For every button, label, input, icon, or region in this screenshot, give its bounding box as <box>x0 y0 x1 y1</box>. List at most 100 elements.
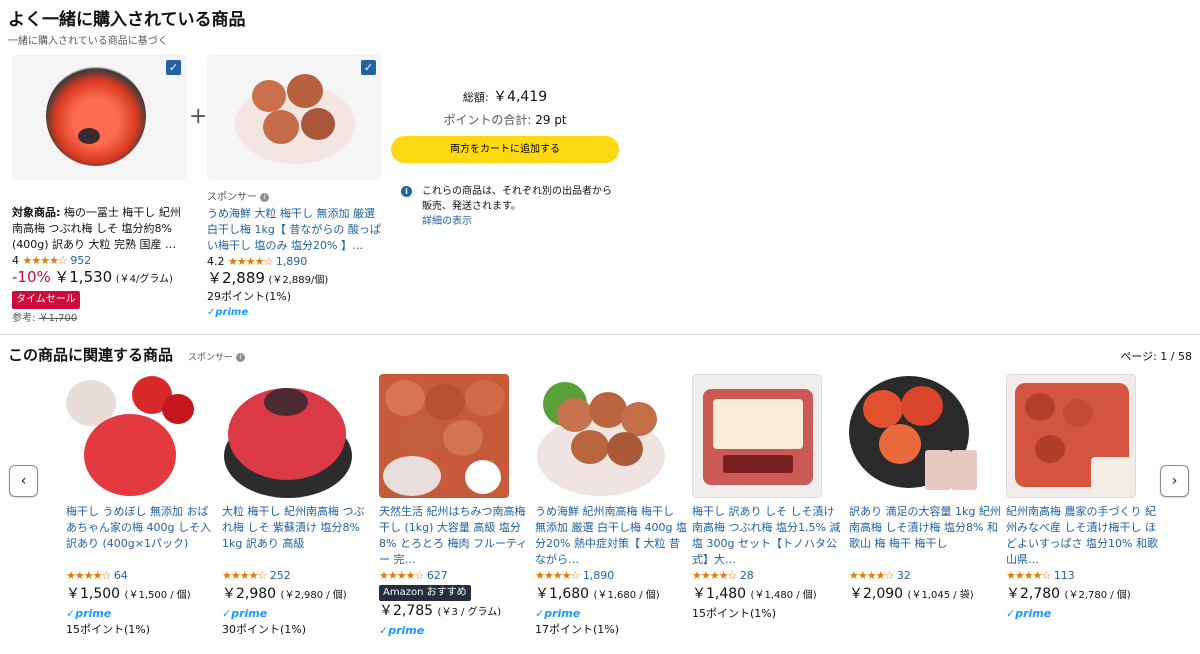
star-icon[interactable]: ★★★★☆ <box>692 569 737 582</box>
unit-price: (￥3 / グラム) <box>437 607 502 618</box>
sponsor-text: スポンサー <box>188 353 234 363</box>
product-image[interactable] <box>66 374 196 498</box>
related-card[interactable]: 梅干し 訳あり しそ しそ漬け 南高梅 つぶれ梅 塩分1.5% 減塩 300g … <box>692 374 844 622</box>
review-count[interactable]: 627 <box>427 569 448 582</box>
prime-icon: ✓prime <box>207 307 249 318</box>
points-total: 29 pt <box>535 113 567 127</box>
fbt-title: よく一緒に購入されている商品 <box>8 10 246 30</box>
rating-value: 4 <box>12 254 19 267</box>
price: ￥1,680 <box>535 586 590 602</box>
prime-icon: ✓prime <box>379 624 425 637</box>
related-title: この商品に関連する商品 <box>8 346 174 364</box>
related-card[interactable]: 天然生活 紀州はちみつ南高梅干し (1kg) 大容量 高級 塩分8% とろとろ … <box>379 374 531 639</box>
amazon-recommend-badge: Amazon おすすめ <box>379 585 471 601</box>
unit-price: (￥1,680 / 個) <box>593 590 660 601</box>
points: 17ポイント(1%) <box>535 623 620 636</box>
total-price: ￥4,419 <box>493 89 548 105</box>
points: 15ポイント(1%) <box>692 607 777 620</box>
product-image[interactable] <box>222 374 352 498</box>
review-count[interactable]: 64 <box>114 569 128 582</box>
unit-price: (￥4/グラム) <box>115 274 173 285</box>
price: ￥1,480 <box>692 586 747 602</box>
rating-row: 4.2 ★★★★☆ 1,890 <box>207 254 382 270</box>
product-title[interactable]: 梅干し うめぼし 無添加 おばあちゃん家の梅 400g しそ入 訳あり (400… <box>66 504 218 568</box>
product-title[interactable]: 訳あり 満足の大容量 1kg 紀州南高梅 しそ漬け梅 塩分8% 和歌山 梅 梅干… <box>849 504 1001 568</box>
star-icon[interactable]: ★★★★☆ <box>849 569 894 582</box>
star-icon[interactable]: ★★★★☆ <box>222 569 267 582</box>
product-image[interactable] <box>535 374 665 498</box>
product-title[interactable]: うめ海鮮 紀州南高梅 梅干し 無添加 厳選 白干し梅 400g 塩分20% 熱中… <box>535 504 687 568</box>
unit-price: (￥2,889/個) <box>268 275 329 286</box>
review-count[interactable]: 952 <box>70 254 91 267</box>
product-title[interactable]: 梅干し 訳あり しそ しそ漬け 南高梅 つぶれ梅 塩分1.5% 減塩 300g … <box>692 504 844 568</box>
prime-icon: ✓prime <box>66 607 112 620</box>
prime-icon: ✓prime <box>1006 607 1052 620</box>
fbt-product-title-2[interactable]: うめ海鮮 大粒 梅干し 無添加 厳選 白干し梅 1kg【 昔ながらの 酸っぱい梅… <box>207 206 382 254</box>
rating-value: 4.2 <box>207 255 225 268</box>
info-icon[interactable]: i <box>235 353 245 362</box>
total-row: 総額: ￥4,419 <box>391 86 619 109</box>
unit-price: (￥2,780 / 個) <box>1064 590 1131 601</box>
star-icon[interactable]: ★★★★☆ <box>66 569 111 582</box>
page-count: ページ: 1 / 58 <box>1120 350 1192 363</box>
points: 30ポイント(1%) <box>222 623 307 636</box>
review-count[interactable]: 252 <box>270 569 291 582</box>
total-label: 総額: <box>462 91 489 104</box>
review-count[interactable]: 1,890 <box>583 569 615 582</box>
fbt-product-info-1: 対象商品: 梅の一冨士 梅干し 紀州南高梅 つぶれ梅 しそ 塩分約8% (400… <box>12 205 187 327</box>
section-divider <box>0 334 1200 335</box>
product-title[interactable]: 天然生活 紀州はちみつ南高梅干し (1kg) 大容量 高級 塩分8% とろとろ … <box>379 504 531 568</box>
carousel-next-button[interactable]: › <box>1160 465 1189 497</box>
price: ￥2,889 <box>207 269 265 287</box>
reference-price-value: ￥1,700 <box>38 313 78 324</box>
details-link[interactable]: 詳細の表示 <box>401 214 621 229</box>
related-card[interactable]: 大粒 梅干し 紀州南高梅 つぶれ梅 しそ 紫蘇漬け 塩分8% 1kg 訳あり 高… <box>222 374 374 638</box>
product-image[interactable] <box>692 374 822 498</box>
fbt-checkbox-1[interactable]: ✓ <box>166 60 181 75</box>
unit-price: (￥2,980 / 個) <box>280 590 347 601</box>
target-label: 対象商品: <box>12 206 61 219</box>
prime-icon: ✓prime <box>222 607 268 620</box>
fbt-product-info-2: スポンサー i うめ海鮮 大粒 梅干し 無添加 厳選 白干し梅 1kg【 昔なが… <box>207 190 382 321</box>
review-count[interactable]: 32 <box>897 569 911 582</box>
price: ￥2,780 <box>1006 586 1061 602</box>
price-row: -10% ￥1,530 (￥4/グラム) <box>12 269 187 288</box>
fbt-subtitle: 一緒に購入されている商品に基づく <box>8 36 168 47</box>
star-icon[interactable]: ★★★★☆ <box>1006 569 1051 582</box>
review-count[interactable]: 113 <box>1054 569 1075 582</box>
product-title[interactable]: 大粒 梅干し 紀州南高梅 つぶれ梅 しそ 紫蘇漬け 塩分8% 1kg 訳あり 高… <box>222 504 374 568</box>
related-card[interactable]: 梅干し うめぼし 無添加 おばあちゃん家の梅 400g しそ入 訳あり (400… <box>66 374 218 638</box>
product-image[interactable] <box>1006 374 1136 498</box>
review-count[interactable]: 28 <box>740 569 754 582</box>
fbt-product-image-1[interactable]: ✓ <box>12 54 187 180</box>
fbt-product-image-2[interactable]: ✓ <box>207 54 382 180</box>
info-icon[interactable]: i <box>260 193 270 202</box>
related-card[interactable]: うめ海鮮 紀州南高梅 梅干し 無添加 厳選 白干し梅 400g 塩分20% 熱中… <box>535 374 687 638</box>
product-image[interactable] <box>849 374 979 498</box>
star-icon[interactable]: ★★★★☆ <box>228 255 273 268</box>
related-card[interactable]: 紀州南高梅 農家の手づくり 紀州みなべ産 しそ漬け梅干し ほどよいすっぱさ 塩分… <box>1006 374 1158 622</box>
star-icon[interactable]: ★★★★☆ <box>23 254 68 267</box>
info-icon: i <box>401 186 412 197</box>
fbt-summary: 総額: ￥4,419 ポイントの合計: 29 pt 両方をカートに追加する <box>391 86 619 163</box>
price: ￥1,500 <box>66 586 121 602</box>
product-image[interactable] <box>379 374 509 498</box>
points-row: ポイントの合計: 29 pt <box>391 109 619 131</box>
fbt-checkbox-2[interactable]: ✓ <box>361 60 376 75</box>
reference-label: 参考: <box>12 313 36 324</box>
star-icon[interactable]: ★★★★☆ <box>535 569 580 582</box>
points: 15ポイント(1%) <box>66 623 151 636</box>
sponsor-label: スポンサー i <box>188 350 245 363</box>
related-card[interactable]: 訳あり 満足の大容量 1kg 紀州南高梅 しそ漬け梅 塩分8% 和歌山 梅 梅干… <box>849 374 1001 606</box>
review-count[interactable]: 1,890 <box>276 255 308 268</box>
price-row: ￥2,889 (￥2,889/個) <box>207 270 382 289</box>
plus-icon: + <box>189 104 208 129</box>
deal-badge: タイムセール <box>12 291 80 309</box>
star-icon[interactable]: ★★★★☆ <box>379 569 424 582</box>
seller-note-text: これらの商品は、それぞれ別の出品者から販売、発送されます。 <box>422 186 612 212</box>
unit-price: (￥1,045 / 袋) <box>907 590 974 601</box>
product-title[interactable]: 紀州南高梅 農家の手づくり 紀州みなべ産 しそ漬け梅干し ほどよいすっぱさ 塩分… <box>1006 504 1158 568</box>
carousel-prev-button[interactable]: ‹ <box>9 465 38 497</box>
price: ￥2,980 <box>222 586 277 602</box>
add-both-to-cart-button[interactable]: 両方をカートに追加する <box>391 136 619 163</box>
